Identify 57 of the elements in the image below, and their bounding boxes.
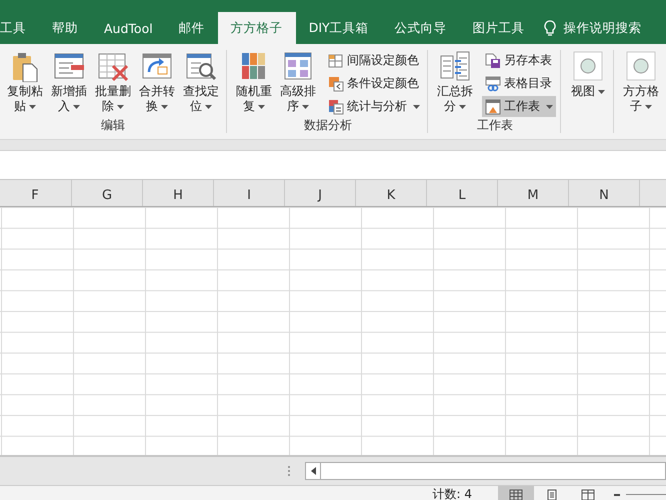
column-header[interactable]: F <box>31 188 39 203</box>
ribbon-button[interactable]: 复制粘贴 <box>4 50 46 117</box>
ribbon-tab[interactable]: AudTool <box>91 12 166 44</box>
count-indicator: 计数: 4 <box>432 486 472 500</box>
column-header[interactable]: H <box>173 188 183 203</box>
link-table-icon <box>485 76 501 92</box>
ribbon-button[interactable]: 条件设定颜色 <box>325 73 423 94</box>
ribbon-button[interactable]: 随机重复 <box>233 50 275 117</box>
column-header[interactable]: M <box>527 188 539 203</box>
column-header[interactable]: N <box>599 188 609 203</box>
ribbon-button[interactable]: 间隔设定颜色 <box>325 50 423 71</box>
ribbon-button[interactable]: 表格目录 <box>482 73 556 94</box>
split-sheets-icon <box>439 50 471 82</box>
ribbon-button[interactable]: 查找定位 <box>180 50 222 117</box>
group-label: 数据分析 <box>304 118 352 132</box>
column-header[interactable]: L <box>458 188 466 203</box>
conditional-color-icon <box>328 76 344 92</box>
ribbon-tab[interactable]: 方方格子 <box>218 12 296 44</box>
ribbon-tab[interactable]: 邮件 <box>166 12 218 44</box>
horizontal-scrollbar[interactable] <box>305 462 666 480</box>
view-button[interactable] <box>498 486 534 500</box>
ribbon-button[interactable]: 统计与分析 <box>325 96 423 117</box>
column-header[interactable]: G <box>102 188 112 203</box>
group-label: 编辑 <box>101 118 125 132</box>
circle-button-icon <box>625 50 657 82</box>
save-sheet-icon <box>485 52 501 68</box>
lightbulb-icon <box>544 20 556 36</box>
ribbon-button[interactable]: 方方格子 <box>620 50 662 117</box>
ribbon-button[interactable]: 新增插入 <box>48 50 90 117</box>
splitter-icon[interactable] <box>287 465 291 477</box>
column-header[interactable]: I <box>247 188 251 203</box>
grid-icon <box>328 52 344 68</box>
page-break-icon <box>581 488 595 500</box>
ribbon-tab[interactable]: 帮助 <box>39 12 91 44</box>
column-header[interactable]: J <box>318 188 322 203</box>
ribbon-button[interactable]: 合并转换 <box>136 50 178 117</box>
circle-button-icon <box>572 50 604 82</box>
sort-grid-icon <box>282 50 314 82</box>
ribbon-tab[interactable]: 公式向导 <box>382 12 460 44</box>
ribbon-button[interactable]: 批量删除 <box>92 50 134 117</box>
ribbon-tab[interactable]: 图片工具 <box>460 12 538 44</box>
group-label: 工作表 <box>477 118 513 132</box>
ribbon-tab[interactable]: 工具 <box>0 12 39 44</box>
ribbon-button[interactable]: 汇总拆分 <box>434 50 476 117</box>
page-layout-icon <box>545 488 559 500</box>
cell-grid[interactable] <box>0 207 666 457</box>
chart-sheet-icon <box>328 98 344 114</box>
ribbon-button[interactable]: 高级排序 <box>277 50 319 117</box>
scroll-left-icon[interactable] <box>310 467 316 475</box>
tell-me-search[interactable]: 操作说明搜索 <box>564 20 642 36</box>
ribbon-tab[interactable]: DIY工具箱 <box>296 12 382 44</box>
normal-view-icon <box>509 488 523 500</box>
ribbon-button[interactable]: 另存本表 <box>482 50 556 71</box>
ribbon-button[interactable]: 工作表 <box>482 96 556 117</box>
column-header[interactable]: K <box>386 188 396 203</box>
ribbon-button[interactable]: 视图 <box>567 50 609 117</box>
sheet-icon <box>485 98 501 114</box>
